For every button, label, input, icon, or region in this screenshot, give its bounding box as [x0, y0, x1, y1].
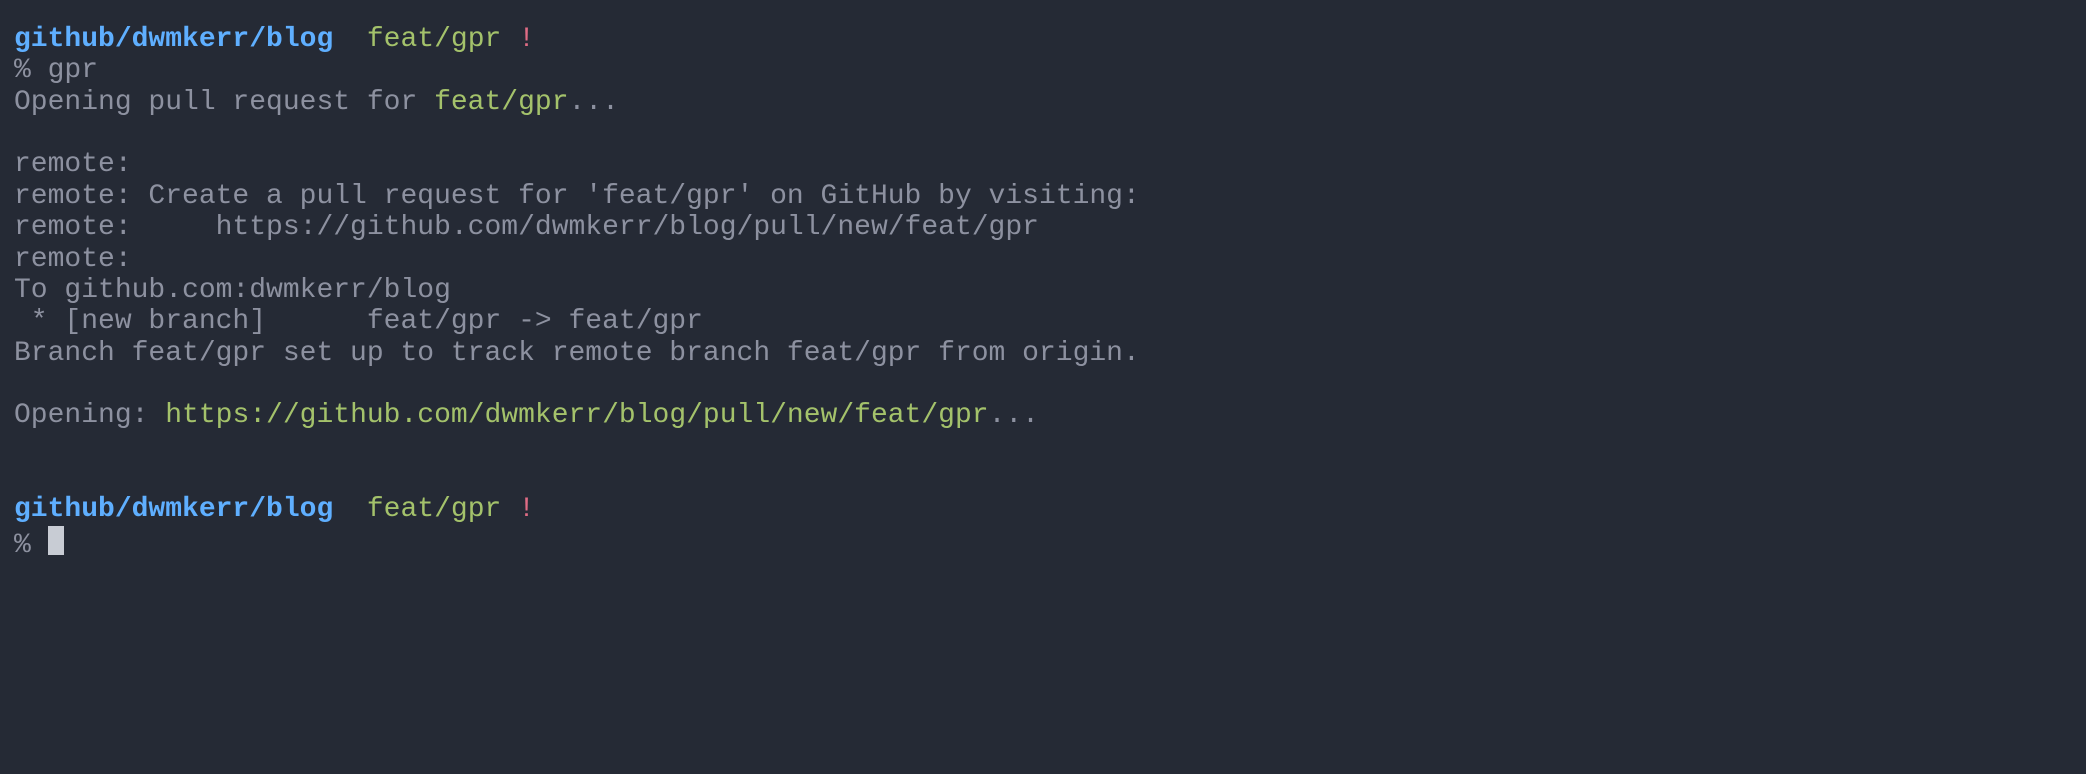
- cursor-icon: [48, 526, 64, 555]
- prompt-branch: feat/gpr: [367, 494, 501, 525]
- prompt-path: github/dwmkerr/blog: [14, 494, 333, 525]
- prompt-path: github/dwmkerr/blog: [14, 24, 333, 55]
- prompt-dirty-icon: !: [518, 24, 535, 55]
- output-line: ...: [989, 400, 1039, 431]
- terminal-output[interactable]: github/dwmkerr/blog feat/gpr ! % gpr Ope…: [0, 0, 2086, 575]
- prompt-symbol: %: [14, 55, 31, 86]
- prompt-cmd-sep: [31, 55, 48, 86]
- prompt-branch: feat/gpr: [367, 24, 501, 55]
- output-line: * [new branch] feat/gpr -> feat/gpr: [14, 306, 703, 337]
- prompt-dirty-icon: !: [518, 494, 535, 525]
- output-line: remote:: [14, 149, 132, 180]
- output-line: Branch feat/gpr set up to track remote b…: [14, 338, 1140, 369]
- output-line: remote: Create a pull request for 'feat/…: [14, 181, 1140, 212]
- output-line: remote: https://github.com/dwmkerr/blog/…: [14, 212, 1039, 243]
- output-line: Opening:: [14, 400, 165, 431]
- command-text: gpr: [48, 55, 98, 86]
- output-line: To github.com:dwmkerr/blog: [14, 275, 451, 306]
- output-branch: feat/gpr: [434, 87, 568, 118]
- prompt-sep2: [501, 494, 518, 525]
- prompt-sep2: [501, 24, 518, 55]
- prompt-sep: [333, 24, 367, 55]
- output-line: Opening pull request for: [14, 87, 434, 118]
- output-line: remote:: [14, 244, 132, 275]
- output-line: ...: [569, 87, 619, 118]
- prompt-sep: [333, 494, 367, 525]
- output-url: https://github.com/dwmkerr/blog/pull/new…: [165, 400, 988, 431]
- prompt-symbol: %: [14, 530, 31, 561]
- prompt-cmd-sep: [31, 530, 48, 561]
